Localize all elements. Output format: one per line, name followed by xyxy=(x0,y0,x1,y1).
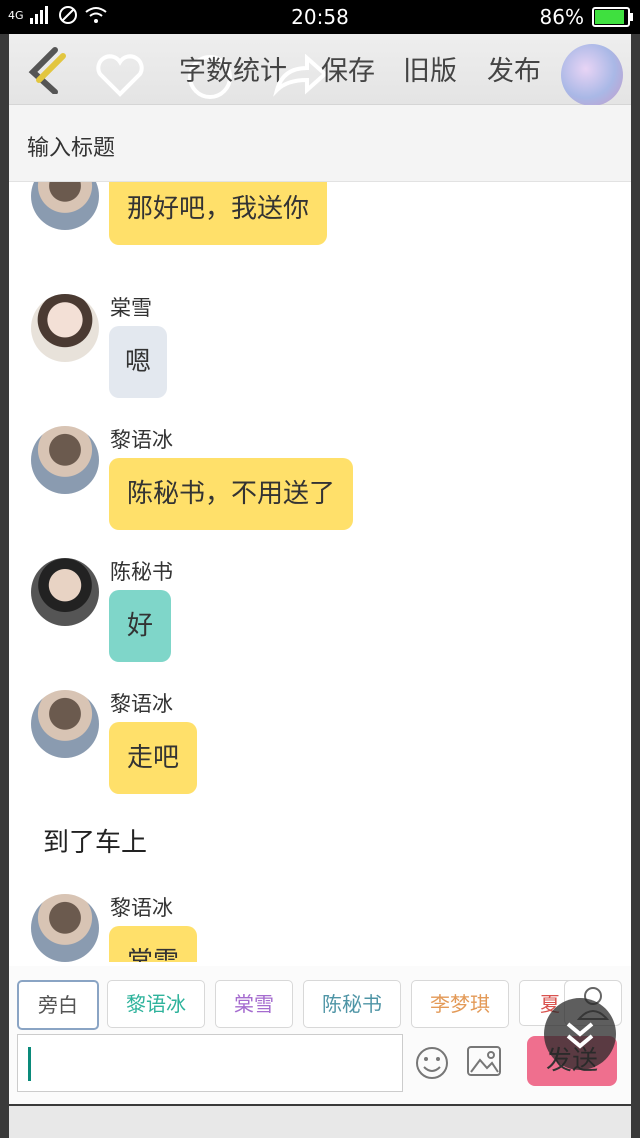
battery-percent: 86% xyxy=(539,5,584,29)
title-placeholder: 输入标题 xyxy=(27,136,116,161)
speaker-name: 陈秘书 xyxy=(110,560,173,584)
message-bubble[interactable]: 好 xyxy=(109,590,172,662)
speaker-name: 黎语冰 xyxy=(110,896,173,920)
top-toolbar: 字数统计 保存 旧版 发布 xyxy=(9,34,631,106)
chat-area: 那好吧，我送你 棠雪 嗯 黎语冰 陈秘书，不用送了 陈秘书 好 黎语冰 走吧 到… xyxy=(9,182,631,962)
message-bubble[interactable]: 那好吧，我送你 xyxy=(109,182,328,245)
role-chen-mishu[interactable]: 陈秘书 xyxy=(303,980,401,1028)
image-icon[interactable] xyxy=(465,1044,503,1080)
role-tang-xue[interactable]: 棠雪 xyxy=(215,980,293,1028)
role-narrator[interactable]: 旁白 xyxy=(17,980,99,1030)
narration-text[interactable]: 到了车上 xyxy=(43,822,147,859)
old-version-button[interactable]: 旧版 xyxy=(403,49,457,88)
text-caret xyxy=(28,1047,31,1081)
composer: 发送 xyxy=(9,1030,631,1104)
double-chevron-down-icon xyxy=(566,1022,594,1049)
back-icon[interactable] xyxy=(23,46,67,94)
status-bar: 4G 20:58 86% xyxy=(0,0,640,34)
message-bubble[interactable]: 走吧 xyxy=(109,722,198,794)
avatar[interactable] xyxy=(31,690,99,758)
avatar[interactable] xyxy=(31,182,99,230)
editor-app: 字数统计 保存 旧版 发布 输入标题 那好吧，我送你 棠雪 嗯 黎语冰 陈秘书，… xyxy=(9,34,631,1104)
battery-icon xyxy=(592,7,633,27)
role-selector: 旁白 黎语冰 棠雪 陈秘书 李梦琪 夏 xyxy=(9,966,631,1030)
message-input[interactable] xyxy=(17,1034,403,1092)
avatar[interactable] xyxy=(31,558,99,626)
status-icons-right: 86% xyxy=(539,5,633,29)
save-button[interactable]: 保存 xyxy=(321,49,375,88)
battery-fill xyxy=(595,10,625,24)
message-bubble[interactable]: 嗯 xyxy=(109,326,168,398)
role-li-mengqi[interactable]: 李梦琪 xyxy=(411,980,509,1028)
scroll-down-button[interactable] xyxy=(544,998,616,1070)
emoji-icon[interactable] xyxy=(413,1044,451,1082)
publish-button[interactable]: 发布 xyxy=(487,49,541,88)
user-avatar[interactable] xyxy=(561,44,623,106)
message-bubble[interactable]: 棠雪 xyxy=(109,926,198,962)
overlay-ghost-toolbar xyxy=(9,1106,631,1138)
avatar[interactable] xyxy=(31,894,99,962)
heart-icon[interactable] xyxy=(95,54,145,98)
speaker-name: 黎语冰 xyxy=(110,692,173,716)
speaker-name: 黎语冰 xyxy=(110,428,173,452)
word-count-button[interactable]: 字数统计 xyxy=(179,49,287,88)
avatar[interactable] xyxy=(31,426,99,494)
speaker-name: 棠雪 xyxy=(110,296,152,320)
message-bubble[interactable]: 陈秘书，不用送了 xyxy=(109,458,354,530)
role-li-yubing[interactable]: 黎语冰 xyxy=(107,980,205,1028)
title-input[interactable]: 输入标题 xyxy=(9,105,631,182)
avatar[interactable] xyxy=(31,294,99,362)
